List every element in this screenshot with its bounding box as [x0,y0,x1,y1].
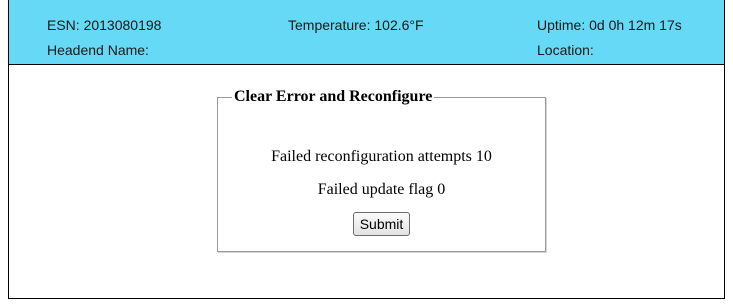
failed-update-flag-text: Failed update flag 0 [317,181,446,198]
temperature-label: Temperature: 102.6°F [288,17,424,33]
submit-row: Submit [218,212,545,236]
device-status-bar: ESN: 2013080198 Temperature: 102.6°F Upt… [9,0,724,65]
form-legend: Clear Error and Reconfigure [234,88,433,105]
headend-name-label: Headend Name: [47,42,149,58]
submit-button[interactable]: Submit [352,212,411,236]
clear-error-reconfigure-form: Clear Error and Reconfigure Failed recon… [217,88,546,252]
esn-label: ESN: 2013080198 [47,17,162,33]
failed-reconfiguration-attempts-text: Failed reconfiguration attempts 10 [271,148,492,165]
location-label: Location: [537,42,594,58]
page-frame: ESN: 2013080198 Temperature: 102.6°F Upt… [8,0,725,299]
uptime-label: Uptime: 0d 0h 12m 17s [537,17,682,33]
